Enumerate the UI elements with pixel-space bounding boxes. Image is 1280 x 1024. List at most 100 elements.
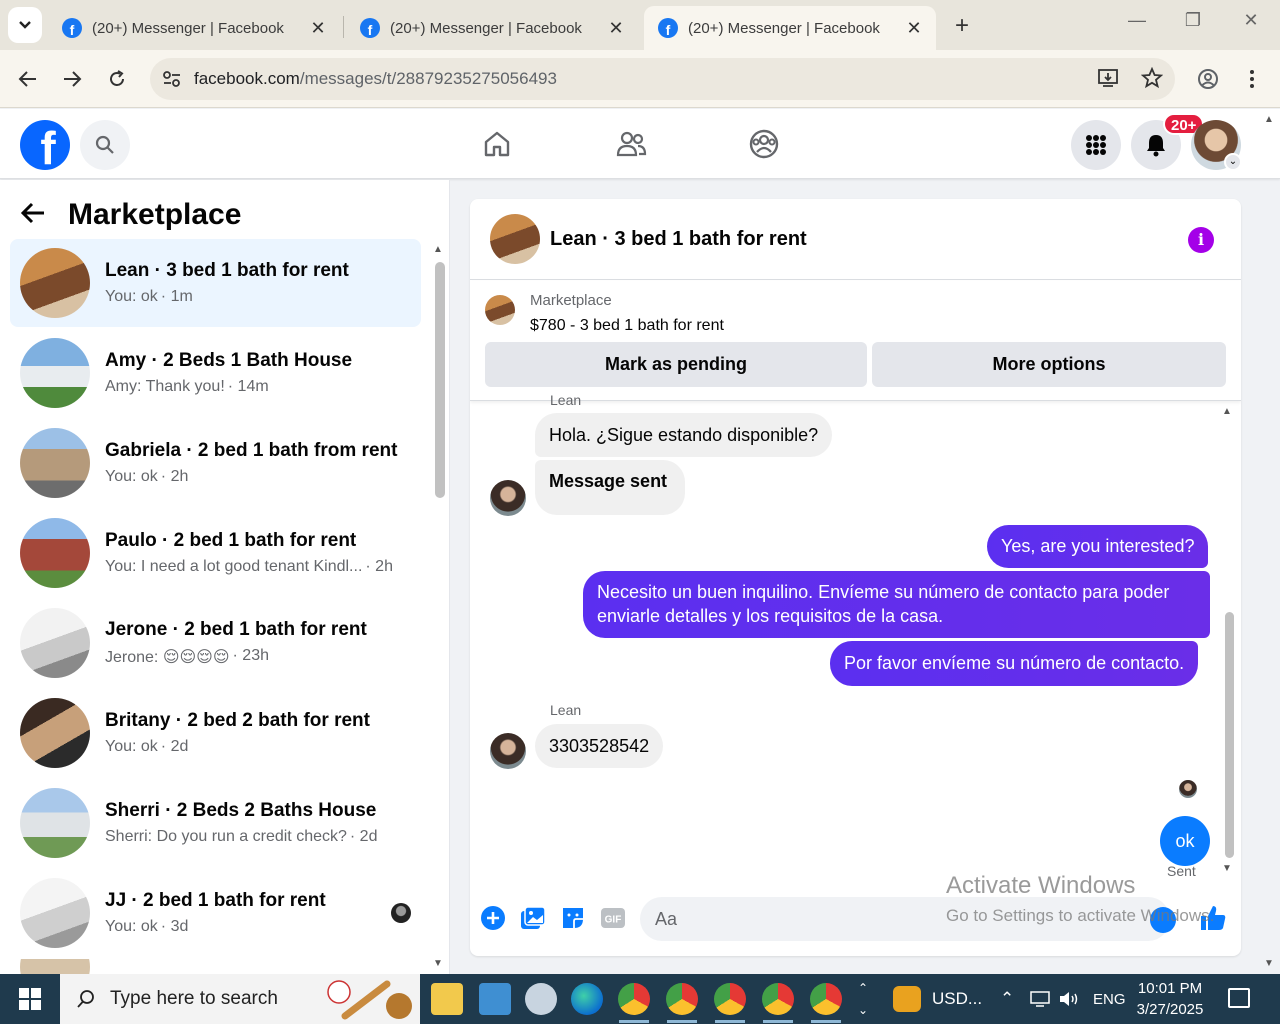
bookmark-star-icon[interactable] <box>1141 67 1163 89</box>
network-icon[interactable] <box>1030 974 1050 1024</box>
scroll-down-arrow-icon[interactable]: ▼ <box>1222 863 1232 874</box>
browser-menu-icon[interactable] <box>1237 64 1267 94</box>
outgoing-message[interactable]: Por favor envíeme su número de contacto. <box>830 641 1199 686</box>
mark-as-pending-button[interactable]: Mark as pending <box>485 342 867 387</box>
sender-avatar[interactable] <box>490 733 526 769</box>
profile-icon[interactable] <box>1193 64 1223 94</box>
browser-tab-3-active[interactable]: f (20+) Messenger | Facebook ✕ <box>644 6 936 50</box>
friends-icon[interactable] <box>614 127 648 161</box>
site-info-icon[interactable] <box>150 70 194 88</box>
tab-title: (20+) Messenger | Facebook <box>92 19 284 37</box>
activation-watermark: Activate Windows Go to Settings to activ… <box>946 872 1214 926</box>
sticker-icon[interactable] <box>560 905 586 931</box>
incoming-message[interactable]: Message sent <box>535 460 685 515</box>
windows-taskbar: Type here to search ⌃ ⌄ USD... ⌃ ENG 10:0… <box>0 974 1280 1024</box>
chat-scrollbar[interactable] <box>1225 612 1234 858</box>
close-window-icon[interactable]: ✕ <box>1231 10 1271 31</box>
conversation-time: · 2h <box>365 558 393 575</box>
chat-header: Lean · 3 bed 1 bath for rent i <box>470 199 1241 280</box>
action-center-icon[interactable] <box>1228 988 1250 1008</box>
conversation-item-jj[interactable]: JJ · 2 bed 1 bath for rent You: ok · 3d <box>10 869 421 957</box>
conversation-item-amy[interactable]: Amy · 2 Beds 1 Bath House Amy: Thank you… <box>10 329 421 417</box>
currency-widget-icon[interactable] <box>893 986 921 1012</box>
info-icon[interactable]: i <box>1188 227 1214 253</box>
chat-listing-avatar[interactable] <box>490 214 540 264</box>
conversation-item-britany[interactable]: Britany · 2 bed 2 bath for rent You: ok … <box>10 689 421 777</box>
install-app-icon[interactable] <box>1097 67 1119 89</box>
scroll-down-arrow-icon[interactable]: ▼ <box>433 958 443 969</box>
svg-text:GIF: GIF <box>605 915 622 926</box>
gif-icon[interactable]: GIF <box>600 905 626 931</box>
browser-tab-1[interactable]: f (20+) Messenger | Facebook ✕ <box>48 6 340 50</box>
incoming-message[interactable]: Hola. ¿Sigue estando disponible? <box>535 413 833 457</box>
seen-avatar-icon <box>391 903 411 923</box>
edge-browser-icon[interactable] <box>571 983 603 1015</box>
scroll-up-arrow-icon[interactable]: ▲ <box>433 244 443 255</box>
add-actions-icon[interactable] <box>480 905 506 931</box>
taskbar-search-box[interactable]: Type here to search <box>60 974 420 1024</box>
restore-icon[interactable]: ❐ <box>1173 10 1213 31</box>
search-icon[interactable] <box>80 120 130 170</box>
groups-icon[interactable] <box>747 127 781 161</box>
scroll-up-arrow-icon[interactable]: ▲ <box>1222 406 1232 417</box>
back-arrow-icon[interactable] <box>20 199 50 231</box>
input-language[interactable]: ENG <box>1093 974 1126 1024</box>
conversation-item-sherri[interactable]: Sherri · 2 Beds 2 Baths House Sherri: Do… <box>10 779 421 867</box>
forward-arrow-icon[interactable] <box>57 64 87 94</box>
close-tab-icon[interactable]: ✕ <box>606 18 626 39</box>
attach-photo-icon[interactable] <box>520 905 546 931</box>
taskbar-clock[interactable]: 10:01 PM 3/27/2025 <box>1130 978 1210 1020</box>
browser-tab-2[interactable]: f (20+) Messenger | Facebook ✕ <box>346 6 638 50</box>
close-tab-icon[interactable]: ✕ <box>308 18 328 39</box>
chrome-profile-icon[interactable] <box>762 983 794 1015</box>
show-hidden-icons[interactable]: ⌃ <box>1000 974 1014 1024</box>
conversation-item-lean[interactable]: Lean · 3 bed 1 bath for rent You: ok · 1… <box>10 239 421 327</box>
chrome-profile-icon[interactable] <box>810 983 842 1015</box>
running-indicator <box>619 1020 649 1023</box>
conversation-name: JJ · 2 bed 1 bath for rent <box>105 890 326 911</box>
conversation-item-partial[interactable] <box>10 959 421 974</box>
reload-icon[interactable] <box>102 64 132 94</box>
facebook-logo-icon[interactable]: f <box>20 120 70 170</box>
minimize-icon[interactable]: — <box>1117 10 1157 31</box>
chrome-profile-icon[interactable] <box>714 983 746 1015</box>
outgoing-message[interactable]: ok <box>1160 816 1210 866</box>
listing-thumbnail[interactable] <box>485 295 515 325</box>
tab-search-button[interactable] <box>8 7 42 43</box>
snipping-tool-icon[interactable] <box>525 983 557 1015</box>
page-scroll-up-arrow-icon[interactable]: ▲ <box>1264 114 1274 125</box>
conversation-item-gabriela[interactable]: Gabriela · 2 bed 1 bath from rent You: o… <box>10 419 421 507</box>
chevron-down-icon[interactable]: ⌄ <box>1224 153 1242 171</box>
outgoing-message[interactable]: Yes, are you interested? <box>987 525 1209 568</box>
incoming-message[interactable]: 3303528542 <box>535 724 664 768</box>
new-tab-icon[interactable]: + <box>948 12 976 40</box>
file-explorer-icon[interactable] <box>431 983 463 1015</box>
chat-title[interactable]: Lean · 3 bed 1 bath for rent <box>550 228 807 251</box>
currency-widget-text[interactable]: USD... <box>932 974 982 1024</box>
conversation-time: · 23h <box>232 647 269 664</box>
conversation-snippet: You: I need a lot good tenant Kindl... <box>105 558 363 575</box>
outgoing-message[interactable]: Necesito un buen inquilino. Envíeme su n… <box>583 571 1210 638</box>
page-scroll-down-arrow-icon[interactable]: ▼ <box>1264 958 1274 969</box>
message-thread: Lean Hola. ¿Sigue estando disponible? Me… <box>470 392 1241 881</box>
sender-avatar[interactable] <box>490 480 526 516</box>
conversation-list-scrollbar[interactable] <box>435 262 445 498</box>
windows-start-icon[interactable] <box>0 974 60 1024</box>
more-options-button[interactable]: More options <box>872 342 1226 387</box>
home-icon[interactable] <box>480 127 514 161</box>
address-bar[interactable]: facebook.com/messages/t/2887923527505649… <box>150 58 1175 100</box>
running-indicator <box>811 1020 841 1023</box>
chrome-profile-icon[interactable] <box>666 983 698 1015</box>
menu-grid-icon[interactable] <box>1071 120 1121 170</box>
marketplace-conversation-list: Marketplace Lean · 3 bed 1 bath for rent… <box>0 180 450 974</box>
back-arrow-icon[interactable] <box>13 64 43 94</box>
chrome-icon[interactable] <box>618 983 650 1015</box>
conversation-item-paulo[interactable]: Paulo · 2 bed 1 bath for rent You: I nee… <box>10 509 421 597</box>
desktop-app-icon[interactable] <box>479 983 511 1015</box>
close-tab-icon[interactable]: ✕ <box>904 18 924 39</box>
conversation-time: · 2h <box>160 468 189 485</box>
listing-title[interactable]: $780 - 3 bed 1 bath for rent <box>530 317 724 335</box>
conversation-item-jerone[interactable]: Jerone · 2 bed 1 bath for rent Jerone: 😌… <box>10 599 421 687</box>
volume-icon[interactable] <box>1058 974 1080 1024</box>
tray-scroll-arrows[interactable]: ⌃ ⌄ <box>858 974 868 1024</box>
